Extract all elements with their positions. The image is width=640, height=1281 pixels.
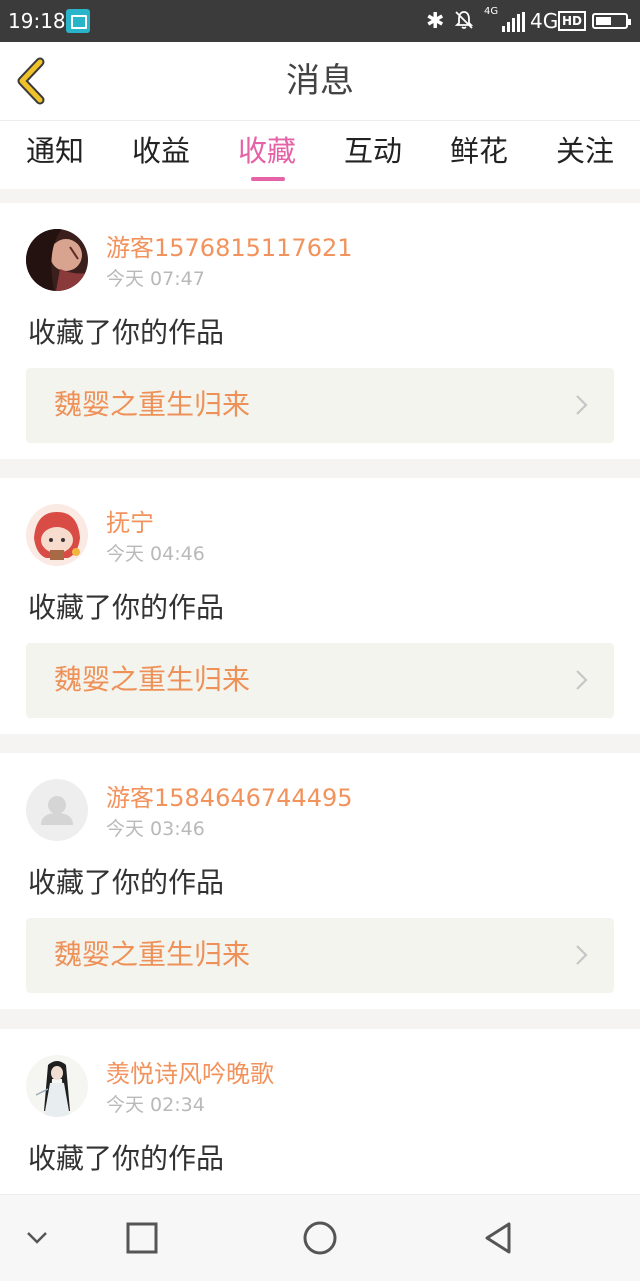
- screenshot-icon: [66, 9, 90, 33]
- square-recents-icon[interactable]: [117, 1213, 167, 1263]
- username[interactable]: 游客1576815117621: [106, 233, 353, 263]
- triangle-back-icon[interactable]: [475, 1213, 525, 1263]
- tab-flowers[interactable]: 鲜花: [426, 131, 532, 171]
- chevron-right-icon: [576, 395, 588, 415]
- tab-interactions[interactable]: 互动: [320, 131, 426, 171]
- default-user-icon: [26, 779, 88, 841]
- work-title: 魏婴之重生归来: [54, 388, 251, 421]
- bluetooth-icon: ✱: [426, 9, 445, 34]
- tab-notifications[interactable]: 通知: [2, 131, 108, 171]
- page-title: 消息: [286, 61, 354, 101]
- system-nav-bar: [0, 1194, 640, 1281]
- tab-bar: 通知 收益 收藏 互动 鲜花 关注: [0, 121, 640, 189]
- avatar[interactable]: [26, 229, 88, 291]
- circle-home-icon[interactable]: [295, 1213, 345, 1263]
- work-link[interactable]: 魏婴之重生归来: [26, 368, 614, 443]
- chevron-right-icon: [576, 945, 588, 965]
- avatar-image: [26, 229, 88, 291]
- active-tab-indicator: [251, 177, 285, 181]
- signal-icon: [502, 12, 526, 32]
- action-text: 收藏了你的作品: [28, 1142, 225, 1175]
- timestamp: 今天 02:34: [106, 1094, 205, 1116]
- work-title: 魏婴之重生归来: [54, 938, 251, 971]
- message-card: 抚宁 今天 04:46 收藏了你的作品 魏婴之重生归来: [0, 478, 640, 734]
- action-text: 收藏了你的作品: [28, 591, 225, 624]
- hd-badge: HD: [558, 11, 587, 31]
- timestamp: 今天 07:47: [106, 268, 205, 290]
- message-card: 游客1576815117621 今天 07:47 收藏了你的作品 魏婴之重生归来: [0, 203, 640, 459]
- work-link[interactable]: 魏婴之重生归来: [26, 918, 614, 993]
- status-bar: 19:18 ✱ 4G 4G HD: [0, 0, 640, 42]
- avatar[interactable]: [26, 504, 88, 566]
- avatar[interactable]: [26, 1055, 88, 1117]
- tab-favorites[interactable]: 收藏: [214, 131, 320, 171]
- work-title: 魏婴之重生归来: [54, 663, 251, 696]
- action-text: 收藏了你的作品: [28, 316, 225, 349]
- message-card: 羡悦诗风吟晚歌 今天 02:34 收藏了你的作品: [0, 1029, 640, 1199]
- avatar-image: [26, 504, 88, 566]
- header: 消息: [0, 42, 640, 121]
- username[interactable]: 抚宁: [106, 508, 154, 538]
- battery-icon: [592, 13, 631, 29]
- username[interactable]: 羡悦诗风吟晚歌: [106, 1059, 274, 1089]
- timestamp: 今天 03:46: [106, 818, 205, 840]
- tab-earnings[interactable]: 收益: [108, 131, 214, 171]
- status-time: 19:18: [8, 9, 66, 33]
- message-card: 游客1584646744495 今天 03:46 收藏了你的作品 魏婴之重生归来: [0, 753, 640, 1009]
- network-small-label: 4G: [484, 6, 499, 17]
- timestamp: 今天 04:46: [106, 543, 205, 565]
- chevron-right-icon: [576, 670, 588, 690]
- network-label: 4G: [530, 9, 559, 33]
- action-text: 收藏了你的作品: [28, 866, 225, 899]
- bell-off-icon: [454, 11, 474, 29]
- tab-following[interactable]: 关注: [532, 131, 638, 171]
- avatar[interactable]: [26, 779, 88, 841]
- username[interactable]: 游客1584646744495: [106, 783, 353, 813]
- avatar-image: [26, 1055, 88, 1117]
- work-link[interactable]: 魏婴之重生归来: [26, 643, 614, 718]
- chevron-down-icon[interactable]: [12, 1213, 62, 1263]
